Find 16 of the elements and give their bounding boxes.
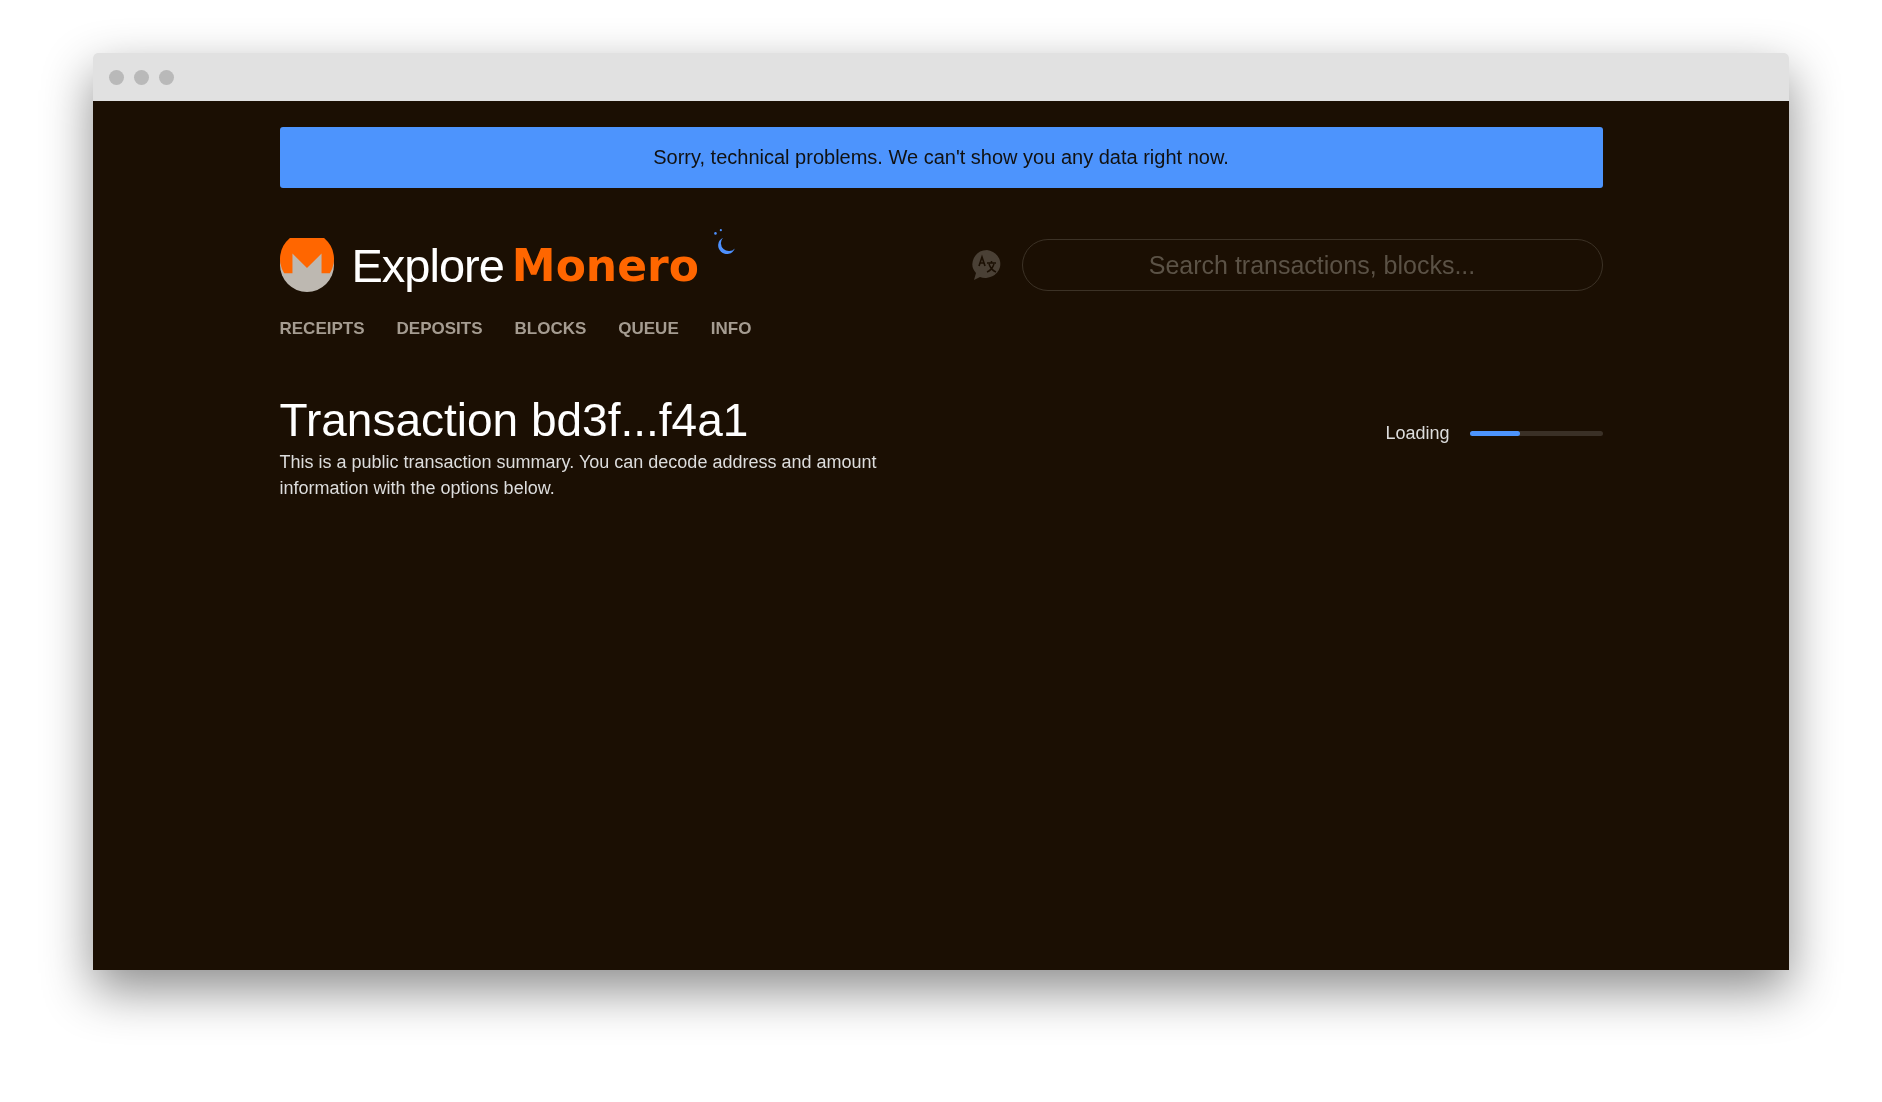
window-control-icon[interactable] — [159, 69, 174, 85]
loading-label: Loading — [1385, 423, 1450, 444]
window-control-icon[interactable] — [109, 69, 124, 85]
logo-text: Monero — [511, 239, 699, 291]
description-text: This is a public transaction summary. You can decode address and amount information with the options below. — [279, 451, 878, 500]
nav-link[interactable]: DEPOSITS — [396, 319, 483, 339]
logo-text: Explore — [351, 237, 504, 293]
nav-link[interactable]: QUEUE — [618, 319, 679, 339]
page-title: Transaction bd3f...f4a1 — [279, 393, 750, 447]
nav-link[interactable]: RECEIPTS — [279, 319, 365, 339]
nav-link[interactable]: BLOCKS — [514, 319, 587, 339]
search-field[interactable]: Search transactions, blocks... — [1021, 239, 1603, 291]
error-banner: Sorry, technical problems. We can't show you any data right now. — [279, 127, 1603, 188]
nav-link[interactable]: INFO — [710, 319, 752, 339]
monero-logo-icon — [279, 238, 334, 292]
window-control-icon[interactable] — [134, 69, 149, 85]
